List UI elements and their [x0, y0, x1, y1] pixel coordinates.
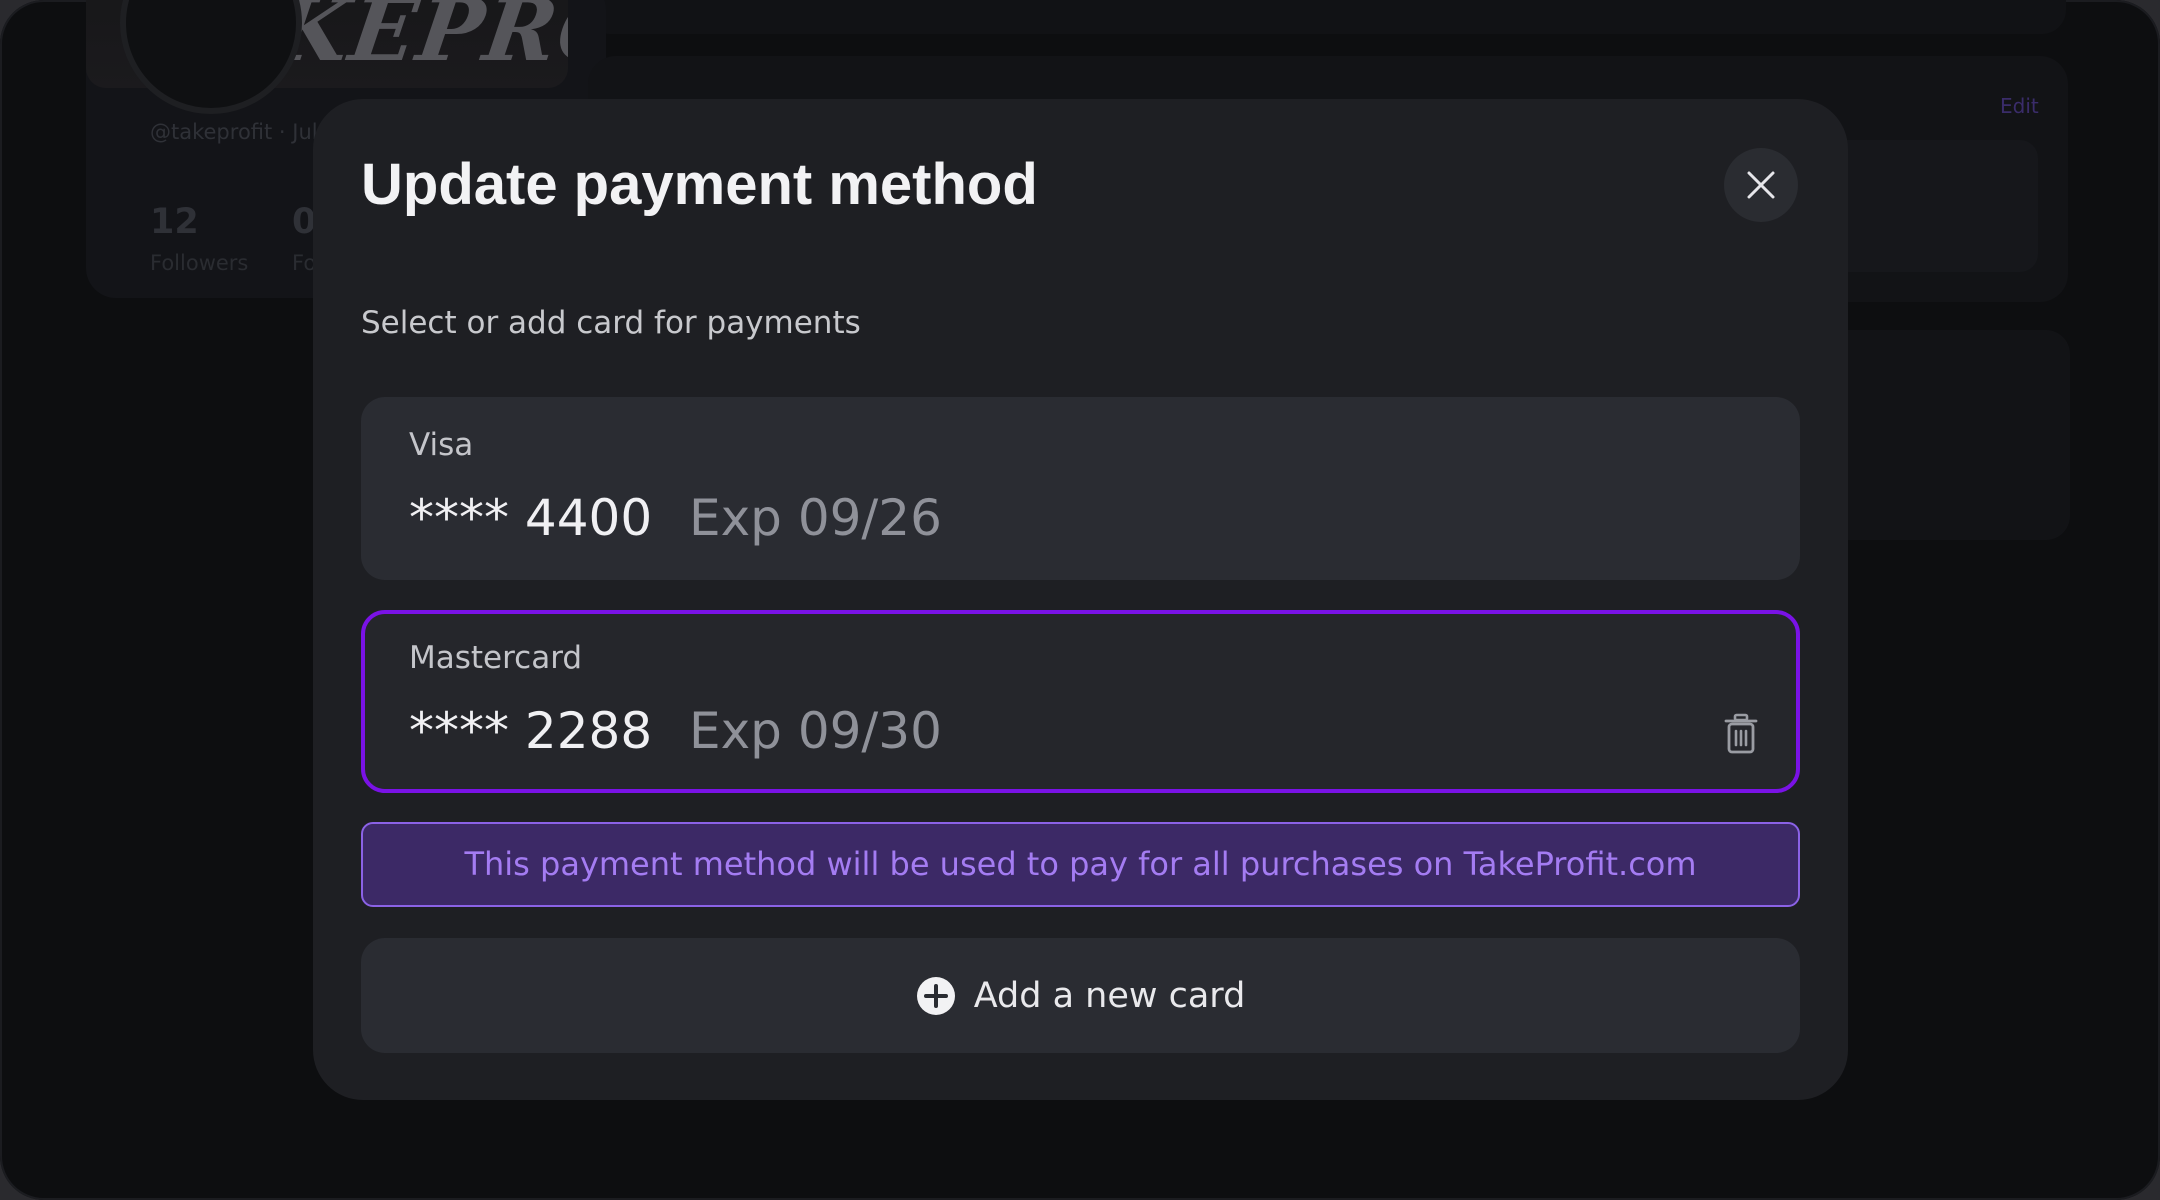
delete-card-button[interactable]: [1721, 712, 1761, 756]
followers-count: 12: [150, 202, 199, 242]
add-card-content: Add a new card: [361, 938, 1800, 1053]
followers-label: Followers: [150, 251, 249, 275]
saved-card-visa[interactable]: Visa **** 4400 Exp 09/26: [361, 397, 1800, 580]
background-top-panel: [586, 0, 2066, 34]
edit-link[interactable]: Edit: [2000, 94, 2039, 118]
card-expiry: Exp 09/26: [689, 489, 942, 547]
card-number: **** 2288: [409, 702, 653, 760]
plus-circle-icon: [916, 976, 955, 1015]
card-brand: Mastercard: [409, 640, 583, 676]
app-window: TAKEPROFIT @takeprofit · Jul 1 12 Follow…: [0, 0, 2160, 1200]
saved-card-mastercard[interactable]: Mastercard **** 2288 Exp 09/30: [361, 610, 1800, 793]
modal-title: Update payment method: [361, 152, 1038, 217]
profile-handle: @takeprofit · Jul 1: [150, 120, 338, 144]
modal-subtitle: Select or add card for payments: [361, 305, 861, 341]
trash-icon: [1724, 713, 1758, 754]
card-number: **** 4400: [409, 489, 653, 547]
card-expiry: Exp 09/30: [689, 702, 942, 760]
close-button[interactable]: [1724, 148, 1798, 222]
add-new-card-button[interactable]: Add a new card: [361, 938, 1800, 1053]
payment-method-modal: Update payment method Select or add card…: [313, 99, 1848, 1100]
payment-method-notice: This payment method will be used to pay …: [361, 822, 1800, 907]
add-card-label: Add a new card: [973, 975, 1246, 1016]
card-brand: Visa: [409, 427, 474, 463]
close-icon: [1747, 171, 1775, 199]
